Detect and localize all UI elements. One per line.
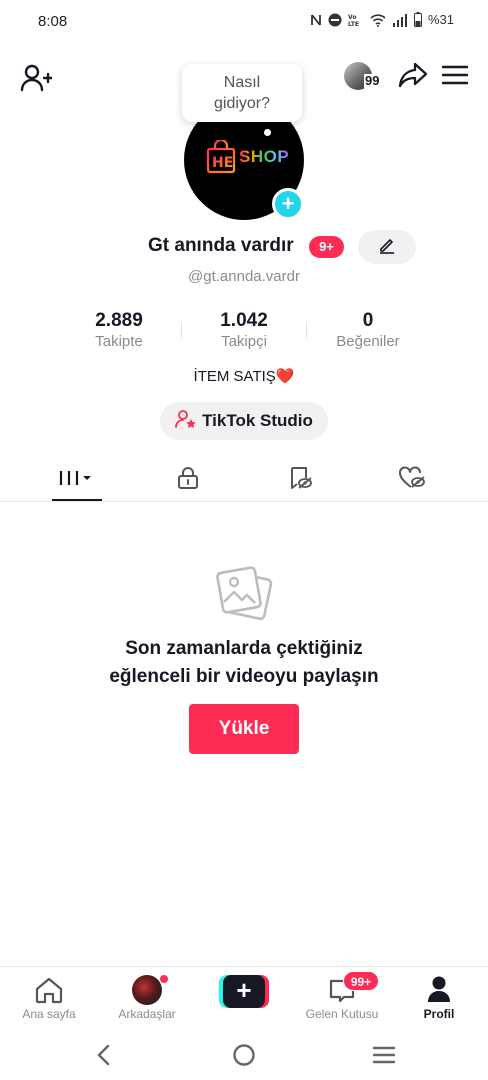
studio-label: TikTok Studio [202, 411, 313, 430]
home-icon [34, 976, 64, 1009]
dnd-icon [328, 13, 342, 27]
hidden-repost-icon [287, 466, 313, 495]
profile-icon [427, 975, 451, 1008]
home-circle-icon[interactable] [229, 1042, 259, 1068]
hidden-heart-icon [398, 465, 426, 495]
volte-icon: Vo LTE [348, 13, 364, 27]
status-bubble[interactable]: Nasıl gidiyor? [182, 64, 302, 122]
status-icons: Vo LTE %31 [310, 12, 454, 27]
tab-liked[interactable] [382, 458, 442, 502]
menu-icon[interactable] [441, 64, 469, 91]
svg-text:Vo: Vo [348, 14, 356, 21]
bubble-tail [264, 129, 271, 136]
tab-private[interactable] [158, 458, 218, 502]
android-nav-bar [0, 1030, 488, 1080]
story-avatar[interactable]: 99 [344, 60, 384, 94]
tab-reposts[interactable] [270, 458, 330, 502]
plus-icon: + [223, 975, 265, 1008]
inbox-badge: 99+ [343, 971, 379, 991]
nav-inbox[interactable]: 99+ Gelen Kutusu [297, 967, 387, 1025]
nav-profile-label: Profil [423, 1007, 455, 1021]
story-count: 99 [364, 73, 381, 88]
videos-grid-icon [57, 468, 97, 493]
wifi-icon [370, 13, 386, 27]
add-friend-icon[interactable] [20, 62, 54, 94]
stat-followers[interactable]: 1.042 Takipçi [184, 310, 304, 350]
name-row: Gt anında vardır 9+ [0, 230, 488, 264]
friends-notification-dot [159, 974, 169, 984]
battery-percent: %31 [427, 12, 454, 27]
stat-value: 2.889 [95, 310, 143, 331]
stat-value: 0 [362, 310, 374, 331]
studio-person-star-icon [175, 409, 197, 434]
nav-inbox-label: Gelen Kutusu [305, 1007, 379, 1021]
nav-home-label: Ana sayfa [22, 1007, 76, 1021]
nav-friends-label: Arkadaşlar [118, 1007, 176, 1021]
notification-badge[interactable]: 9+ [309, 236, 344, 258]
pencil-icon [378, 236, 396, 259]
empty-line2: eğlenceli bir videoyu paylaşın [109, 666, 379, 687]
bottom-nav: Ana sayfa Arkadaşlar + 99+ Gelen Kutusu … [0, 966, 488, 1024]
shop-logo: HE SHOP [206, 140, 289, 174]
stat-following[interactable]: 2.889 Takipte [59, 310, 179, 350]
stats: 2.889 Takipte 1.042 Takipçi 0 Beğeniler [0, 310, 488, 354]
bio: İTEM SATIŞ❤️ [193, 368, 295, 385]
edit-profile-button[interactable] [358, 230, 416, 264]
logo-text: SHOP [239, 147, 290, 166]
nfc-icon [310, 13, 322, 27]
active-tab-indicator [52, 499, 102, 501]
stat-likes[interactable]: 0 Beğeniler [308, 310, 428, 350]
stat-label: Takipçi [221, 333, 267, 350]
tab-videos[interactable] [47, 458, 107, 502]
display-name: Gt anında vardır [148, 235, 294, 256]
stat-divider [306, 322, 307, 338]
top-right-actions: 99 [344, 60, 469, 94]
stat-divider [181, 322, 182, 338]
nav-profile[interactable]: Profil [394, 967, 484, 1025]
bubble-line1: Nasıl [223, 74, 261, 91]
username: @gt.annda.vardr [188, 268, 300, 285]
back-icon[interactable] [88, 1042, 118, 1068]
upload-button[interactable]: Yükle [189, 704, 299, 754]
empty-line1: Son zamanlarda çektiğiniz [125, 638, 363, 659]
stat-label: Takipte [95, 333, 143, 350]
status-time: 8:08 [38, 13, 68, 30]
tiktok-studio-button[interactable]: TikTok Studio [160, 402, 328, 440]
lock-icon [177, 466, 199, 495]
add-story-button[interactable]: + [272, 188, 304, 220]
battery-icon [413, 12, 422, 27]
nav-home[interactable]: Ana sayfa [4, 967, 94, 1025]
share-icon[interactable] [398, 61, 428, 94]
svg-text:LTE: LTE [348, 21, 359, 27]
bubble-line2: gidiyor? [213, 95, 271, 112]
create-button[interactable]: + [219, 975, 269, 1008]
shopping-bag-icon: HE [206, 140, 236, 174]
empty-state-message: Son zamanlarda çektiğiniz eğlenceli bir … [0, 635, 488, 691]
photos-icon [214, 564, 274, 621]
recents-icon[interactable] [369, 1042, 399, 1068]
signal-icon [392, 13, 408, 27]
content-tabs [0, 458, 488, 502]
nav-friends[interactable]: Arkadaşlar [102, 967, 192, 1025]
logo-letters: HE [212, 155, 233, 171]
status-bar: 8:08 Vo LTE %31 [0, 0, 488, 44]
friends-avatar [132, 975, 162, 1005]
stat-label: Beğeniler [336, 333, 400, 350]
stat-value: 1.042 [220, 310, 268, 331]
